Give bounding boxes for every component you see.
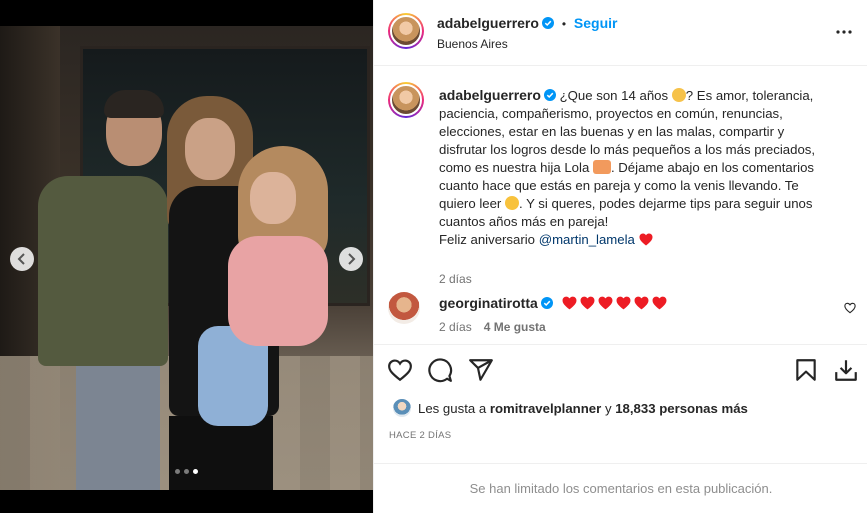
download-icon[interactable] (833, 357, 859, 383)
likes-conjunction: y (604, 401, 612, 416)
verified-icon (543, 89, 556, 101)
photo-man (38, 90, 168, 490)
carousel-dot (193, 469, 198, 474)
carousel-next-button[interactable] (339, 247, 363, 271)
red-heart-emoji-icon (652, 296, 667, 310)
caption-avatar[interactable] (388, 82, 424, 118)
carousel-prev-button[interactable] (10, 247, 34, 271)
caption-line: disfrutar los logros desde lo más pequeñ… (439, 142, 816, 157)
mention-link[interactable]: @martin_lamela (539, 232, 635, 247)
liker-username[interactable]: romitravelplanner (490, 401, 601, 416)
red-heart-emoji-icon (580, 296, 595, 310)
caption-line: ¿Que son 14 años (559, 88, 669, 103)
verified-icon (541, 17, 554, 29)
caption-line: elecciones, estar en las buenas y en las… (439, 124, 785, 139)
red-heart-emoji-icon (562, 296, 577, 310)
comment-hearts (562, 296, 667, 310)
more-options-icon[interactable] (834, 22, 854, 42)
likes-prefix: Les gusta a (418, 401, 487, 416)
author-username[interactable]: adabelguerrero (437, 15, 539, 31)
share-icon[interactable] (468, 357, 494, 383)
liker-avatar[interactable] (392, 398, 412, 418)
heart-icon[interactable] (387, 357, 413, 383)
caption-line: quiero leer (439, 196, 502, 211)
caption-line: . Y si queres, podes dejarme tips para s… (518, 196, 813, 211)
caption-line: . Déjame abajo en los comentarios (610, 160, 815, 175)
comments-section: adabelguerrero ¿Que son 14 años ? Es amo… (374, 66, 867, 344)
post-media (0, 0, 373, 513)
comment-like-heart-icon[interactable] (844, 302, 856, 314)
caption-line: como es nuestra hija Lola (439, 160, 590, 175)
verified-icon (540, 297, 553, 309)
thinking-emoji-icon (671, 88, 686, 102)
follow-button[interactable]: Seguir (574, 15, 618, 31)
comment-icon[interactable] (427, 357, 453, 383)
comment-time[interactable]: 2 días (439, 320, 472, 334)
photo-child (198, 146, 328, 426)
caption-line: cuantos años más en pareja! (439, 214, 609, 229)
star-struck-emoji-icon (504, 196, 519, 210)
author-avatar[interactable] (388, 13, 424, 49)
action-bar (374, 344, 867, 396)
red-heart-emoji-icon (634, 296, 649, 310)
chevron-right-icon (348, 253, 356, 265)
family-emoji-icon (592, 160, 611, 174)
red-heart-emoji-icon (639, 233, 653, 246)
post-timestamp[interactable]: HACE 2 DÍAS (389, 430, 451, 441)
caption-line: cuanto hace que estás en pareja y como l… (439, 178, 799, 193)
post-header: adabelguerrero • Seguir Buenos Aires (374, 0, 867, 66)
caption-line: Feliz aniversario (439, 232, 536, 247)
likes-summary: Les gusta a romitravelplanner y 18,833 p… (388, 397, 858, 423)
commenter-avatar[interactable] (388, 292, 420, 324)
post-photo (0, 26, 373, 490)
post-location[interactable]: Buenos Aires (437, 37, 508, 51)
carousel-dot (175, 469, 180, 474)
red-heart-emoji-icon (598, 296, 613, 310)
commenter-username[interactable]: georginatirotta (439, 295, 538, 311)
red-heart-emoji-icon (616, 296, 631, 310)
post-sidebar: adabelguerrero • Seguir Buenos Aires ada… (373, 0, 867, 513)
chevron-left-icon (17, 253, 25, 265)
comment-likes[interactable]: 4 Me gusta (484, 320, 546, 334)
carousel-dot (184, 469, 189, 474)
caption-text: adabelguerrero ¿Que son 14 años ? Es amo… (439, 86, 854, 249)
header-separator: • (561, 17, 567, 31)
instagram-post: adabelguerrero • Seguir Buenos Aires ada… (0, 0, 867, 513)
caption-time[interactable]: 2 días (439, 272, 472, 286)
comments-limited-notice: Se han limitado los comentarios en esta … (374, 463, 867, 513)
bookmark-icon[interactable] (793, 357, 819, 383)
caption-username[interactable]: adabelguerrero (439, 87, 541, 103)
carousel-indicator (0, 469, 373, 474)
caption-line: paciencia, compañerismo, proyectos en co… (439, 106, 783, 121)
likes-count[interactable]: 18,833 personas más (615, 401, 748, 416)
caption-line: ? Es amor, tolerancia, (685, 88, 814, 103)
